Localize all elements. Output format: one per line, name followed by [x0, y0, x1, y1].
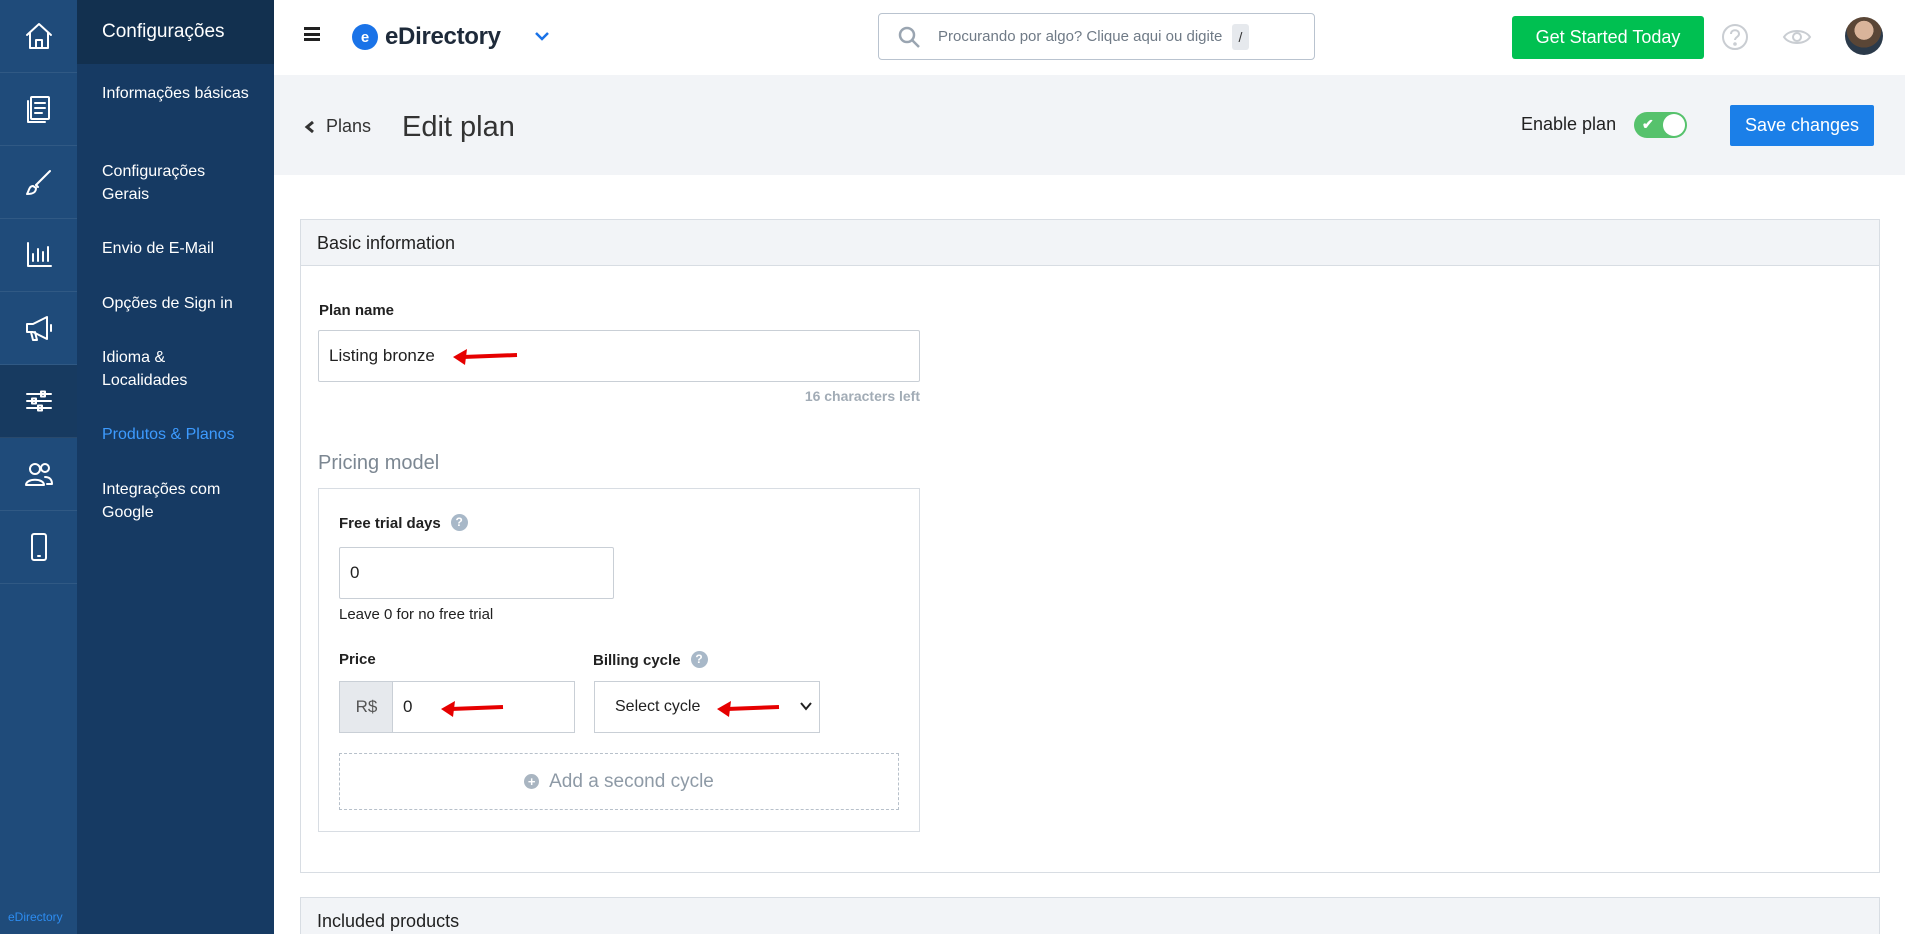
add-second-cycle-button[interactable]: + Add a second cycle [339, 753, 899, 810]
back-to-plans-link[interactable]: Plans [304, 116, 371, 137]
billing-cycle-label-text: Billing cycle [593, 652, 681, 669]
menu-item-integracoes-google[interactable]: Integrações com Google [77, 478, 274, 524]
reports-chart-icon [26, 242, 52, 267]
user-avatar[interactable] [1845, 17, 1883, 55]
search-icon [898, 26, 920, 48]
billing-cycle-help-icon[interactable]: ? [690, 651, 708, 668]
free-trial-label-text: Free trial days [339, 515, 441, 532]
red-arrow-annotation [717, 701, 780, 717]
get-started-button[interactable]: Get Started Today [1512, 16, 1704, 59]
page-header: Plans Edit plan Enable plan ✔ Save chang… [274, 75, 1905, 175]
plan-name-input[interactable] [318, 330, 920, 382]
rail-home[interactable] [0, 0, 77, 73]
menu-item-configuracoes-gerais[interactable]: Configurações Gerais [77, 160, 274, 206]
rail-content[interactable] [0, 73, 77, 146]
rail-users[interactable] [0, 438, 77, 511]
enable-plan-label: Enable plan [1521, 114, 1617, 134]
billing-cycle-value: Select cycle [615, 698, 701, 715]
enable-plan-toggle[interactable]: ✔ [1634, 112, 1687, 138]
menu-title: Configurações [77, 0, 274, 64]
rail-reports[interactable] [0, 219, 77, 292]
users-icon [24, 463, 53, 486]
settings-sliders-icon [25, 390, 52, 412]
help-button[interactable] [1720, 22, 1750, 52]
free-trial-label: Free trial days? [339, 514, 468, 532]
pricing-model-title: Pricing model [318, 452, 440, 474]
menu-item-idioma[interactable]: Idioma & Localidades [77, 346, 274, 392]
design-brush-icon [25, 170, 51, 195]
chevron-down-icon[interactable] [532, 26, 552, 46]
add-cycle-label: Add a second cycle [549, 770, 714, 792]
price-label: Price [339, 651, 376, 668]
billing-cycle-select[interactable]: Select cycle [594, 681, 820, 733]
menu-item-envio-email[interactable]: Envio de E-Mail [77, 237, 274, 260]
logo-text: eDirectory [385, 23, 501, 50]
mobile-icon [30, 533, 47, 561]
promote-megaphone-icon [25, 316, 52, 341]
logo[interactable]: e eDirectory [352, 23, 501, 51]
chevron-down-icon [800, 702, 812, 711]
chars-left-hint: 16 characters left [804, 388, 920, 404]
plan-name-label: Plan name [319, 302, 395, 319]
red-arrow-annotation [453, 349, 518, 365]
free-trial-help-icon[interactable]: ? [450, 514, 468, 531]
panel-heading: Basic information [301, 220, 1879, 266]
menu-item-informacoes-basicas[interactable]: Informações básicas [77, 82, 274, 105]
rail-settings[interactable] [0, 365, 77, 438]
home-icon [25, 23, 52, 49]
toggle-knob [1663, 114, 1685, 136]
chevron-left-icon [304, 120, 314, 133]
preview-button[interactable] [1782, 22, 1812, 52]
icon-rail: eDirectory [0, 0, 77, 934]
free-trial-hint: Leave 0 for no free trial [339, 606, 494, 623]
rail-design[interactable] [0, 146, 77, 219]
menu-item-sign-in[interactable]: Opções de Sign in [77, 292, 274, 315]
rail-mobile[interactable] [0, 511, 77, 584]
rail-promote[interactable] [0, 292, 77, 365]
currency-prefix: R$ [339, 681, 393, 733]
free-trial-days-input[interactable] [339, 547, 614, 599]
billing-cycle-label: Billing cycle? [593, 651, 708, 669]
save-changes-button[interactable]: Save changes [1730, 105, 1874, 146]
panel-heading: Included products [301, 898, 1879, 934]
eye-icon [1782, 30, 1812, 44]
menu-item-produtos-planos[interactable]: Produtos & Planos [77, 423, 274, 446]
included-products-panel: Included products [300, 897, 1880, 934]
page-title: Edit plan [402, 111, 515, 143]
rail-brand: eDirectory [8, 910, 63, 924]
search-shortcut-key: / [1232, 24, 1249, 50]
search-box[interactable]: / [878, 13, 1315, 60]
red-arrow-annotation [441, 701, 504, 717]
top-bar: e eDirectory / Get Started Today [274, 0, 1905, 75]
plus-circle-icon: + [524, 774, 540, 789]
back-label: Plans [326, 116, 372, 136]
help-circle-icon [1722, 24, 1748, 50]
content-icon [26, 96, 50, 123]
check-icon: ✔ [1642, 116, 1654, 132]
hamburger-menu-icon[interactable] [304, 27, 320, 41]
settings-menu: Configurações Informações básicas Config… [77, 0, 274, 934]
search-input[interactable] [938, 28, 1238, 45]
logo-badge: e [352, 24, 378, 50]
